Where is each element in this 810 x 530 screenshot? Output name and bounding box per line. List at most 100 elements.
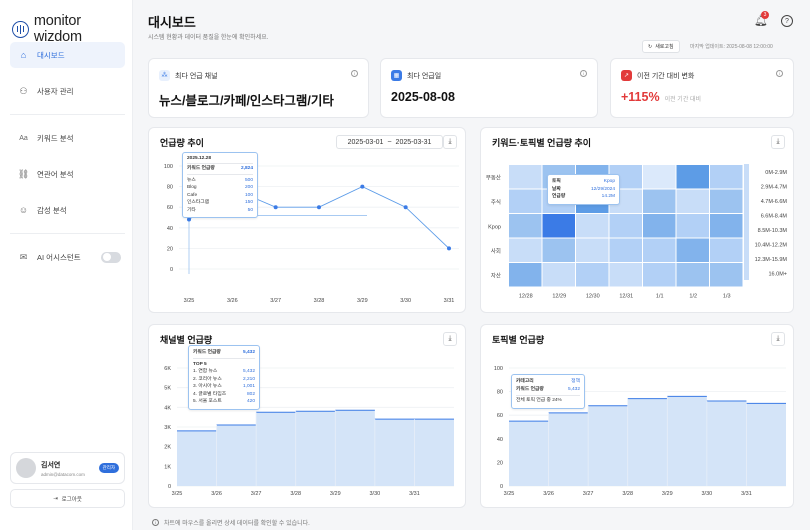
tooltip-value: 14.2M xyxy=(601,194,615,199)
y-tick-label: 5K xyxy=(164,386,171,392)
emotion-icon: ☺ xyxy=(18,205,29,215)
logo[interactable]: monitor wizdom xyxy=(12,13,132,45)
tooltip-total-value: 2,824 xyxy=(240,166,253,171)
tooltip-row-label: 3. 아시아 뉴스 xyxy=(193,384,222,389)
y-tick-label: 6K xyxy=(164,366,171,372)
sidebar-item-label: 감성 분석 xyxy=(37,205,67,215)
sidebar-item-keyword-analysis[interactable]: Aa 키워드 분석 xyxy=(10,125,125,151)
y-tick-label: 0 xyxy=(500,484,503,490)
heatmap-cell xyxy=(643,238,676,262)
sidebar: monitor wizdom ⌂ 대시보드 ⚇ 사용자 관리 Aa 키워드 분석… xyxy=(0,0,133,530)
kpi-value: +115% 이전 기간 대비 xyxy=(621,90,701,104)
tooltip-value: Kpop xyxy=(603,179,615,184)
tooltip-row: Cafe 100 xyxy=(187,192,253,200)
info-icon[interactable]: i xyxy=(776,70,783,77)
tooltip-value: 5,432 xyxy=(567,386,580,392)
tooltip-row-label: 기타 xyxy=(187,207,196,213)
heatmap-chart[interactable]: 부동산주식 Kpop 사회자산 12/28 12/29 12/30 12/31 1/1 1/2 1… xyxy=(481,128,795,314)
tooltip-top-label: TOP 5 xyxy=(193,361,207,367)
y-tick-label: 0 xyxy=(170,267,173,273)
tooltip-row-label: Blog xyxy=(187,185,197,190)
tooltip-total-row: 키워드 언급량 5,432 xyxy=(193,349,255,357)
sidebar-item-related-word-analysis[interactable]: ⛓ 연관어 분석 xyxy=(10,161,125,187)
tooltip-row-value: 2,210 xyxy=(242,376,255,382)
ai-assistant-toggle[interactable] xyxy=(101,251,121,263)
sidebar-item-dashboard[interactable]: ⌂ 대시보드 xyxy=(10,42,125,68)
data-point xyxy=(273,205,278,210)
legend-gradient-bar xyxy=(744,164,749,280)
data-point xyxy=(360,184,365,189)
legend-label: 16.0M+ xyxy=(769,272,788,278)
y-tick-label: 부동산 xyxy=(486,173,501,181)
refresh-label: 새로고침 xyxy=(655,44,674,50)
sidebar-item-sentiment-analysis[interactable]: ☺ 감성 분석 xyxy=(10,197,125,223)
legend-label: 6.6M-8.4M xyxy=(761,214,788,220)
tooltip-date: 2025.12.28 xyxy=(187,156,212,161)
area-fill xyxy=(509,396,786,486)
legend-label: 12.3M-15.9M xyxy=(755,257,788,263)
x-tick-label: 3/28 xyxy=(290,491,301,497)
help-icon[interactable]: ? xyxy=(781,15,793,27)
heatmap-cell xyxy=(676,238,709,262)
user-card[interactable]: 김서연 admin@datacom.com 관리자 xyxy=(10,452,125,484)
kpi-card-change: ↗ 이전 기간 대비 변화 i +115% 이전 기간 대비 xyxy=(610,58,794,118)
y-tick-label: Kpop xyxy=(488,224,501,230)
data-point xyxy=(187,217,191,222)
x-tick-label: 3/27 xyxy=(270,298,281,304)
legend-label: 4.7M-6.6M xyxy=(761,199,788,205)
sidebar-item-label: AI 어시스턴트 xyxy=(37,252,81,262)
last-update-text: 마지막 업데이트: 2025-08-08 12:00:00 xyxy=(690,44,773,50)
info-icon[interactable]: i xyxy=(580,70,587,77)
home-icon: ⌂ xyxy=(20,50,27,60)
user-name: 김서연 xyxy=(41,461,61,469)
logout-label: 로그아웃 xyxy=(61,496,82,503)
y-tick-label: 60 xyxy=(497,413,503,419)
tooltip-row-label: 인스타그램 xyxy=(187,200,210,205)
heatmap-cell xyxy=(609,263,642,287)
sidebar-item-label: 연관어 분석 xyxy=(37,169,74,179)
tooltip-row-label: 1. 연합 뉴스 xyxy=(193,369,218,374)
tooltip-label: 키워드 언급량 xyxy=(516,386,544,392)
sidebar-item-ai-assistant[interactable]: ✉ AI 어시스턴트 xyxy=(10,244,125,270)
kpi-label: ▦ 최다 언급일 xyxy=(391,70,441,81)
tooltip-total-label: 키워드 언급량 xyxy=(187,166,215,171)
kpi-card-top-channel: ⁂ 최다 언급 채널 i 뉴스/블로그/카페/인스타그램/기타 xyxy=(148,58,369,118)
divider xyxy=(10,114,125,115)
tooltip-row-label: Cafe xyxy=(187,192,198,198)
tooltip-row: 날짜 12/29/2024 xyxy=(552,186,615,194)
trend-tooltip: 2025.12.28 키워드 언급량 2,824 뉴스 500 Blog 200 Ca… xyxy=(182,152,258,218)
x-tick-label: 3/25 xyxy=(172,491,183,497)
tooltip-row-value: 420 xyxy=(246,399,255,404)
topic-mentions-panel: 토픽별 언급량 ⤓ 0 20 40 60 80 100 3/25 3/26 3/27 3/28 3/… xyxy=(480,324,794,508)
sidebar-item-label: 키워드 분석 xyxy=(37,133,74,143)
data-point xyxy=(447,246,451,251)
y-tick-label: 80 xyxy=(167,185,173,191)
tooltip-row: Blog 200 xyxy=(187,184,253,192)
mentions-trend-panel: 언급량 추이 2025-03-01 ~ 2025-03-31 ⤓ 0 20 40 60… xyxy=(148,127,466,313)
y-tick-label: 2K xyxy=(164,445,171,451)
y-tick-label: 1K xyxy=(164,464,171,470)
x-tick-label: 3/26 xyxy=(211,491,222,497)
x-tick-label: 3/27 xyxy=(583,491,594,497)
tooltip-row: 5. 서울 포스트 420 xyxy=(193,398,255,406)
sidebar-item-user-management[interactable]: ⚇ 사용자 관리 xyxy=(10,78,125,104)
x-tick-label: 3/31 xyxy=(444,298,455,304)
heatmap-cell xyxy=(576,263,609,287)
tooltip-row: 키워드 언급량 5,432 xyxy=(516,386,580,394)
heatmap-cell xyxy=(676,189,709,213)
info-icon[interactable]: i xyxy=(351,70,358,77)
refresh-button[interactable]: ↻ 새로고침 xyxy=(642,40,680,53)
y-tick-label: 3K xyxy=(164,425,171,431)
logout-button[interactable]: ⇥ 로그아웃 xyxy=(10,489,125,508)
x-tick-label: 3/27 xyxy=(251,491,262,497)
y-tick-label: 80 xyxy=(497,390,503,396)
data-point xyxy=(317,205,321,210)
y-tick-label: 60 xyxy=(167,205,173,211)
topic-area-chart[interactable]: 0 20 40 60 80 100 3/25 3/26 3/27 3/28 3/29 3/30 3/31 xyxy=(481,325,795,509)
sidebar-item-label: 사용자 관리 xyxy=(37,86,74,96)
x-tick-label: 3/26 xyxy=(227,298,238,304)
tooltip-value: 정책 xyxy=(571,379,580,384)
y-tick-label: 자산 xyxy=(491,271,501,279)
x-tick-label: 3/30 xyxy=(369,491,380,497)
legend-label: 0M-2.9M xyxy=(765,170,787,176)
